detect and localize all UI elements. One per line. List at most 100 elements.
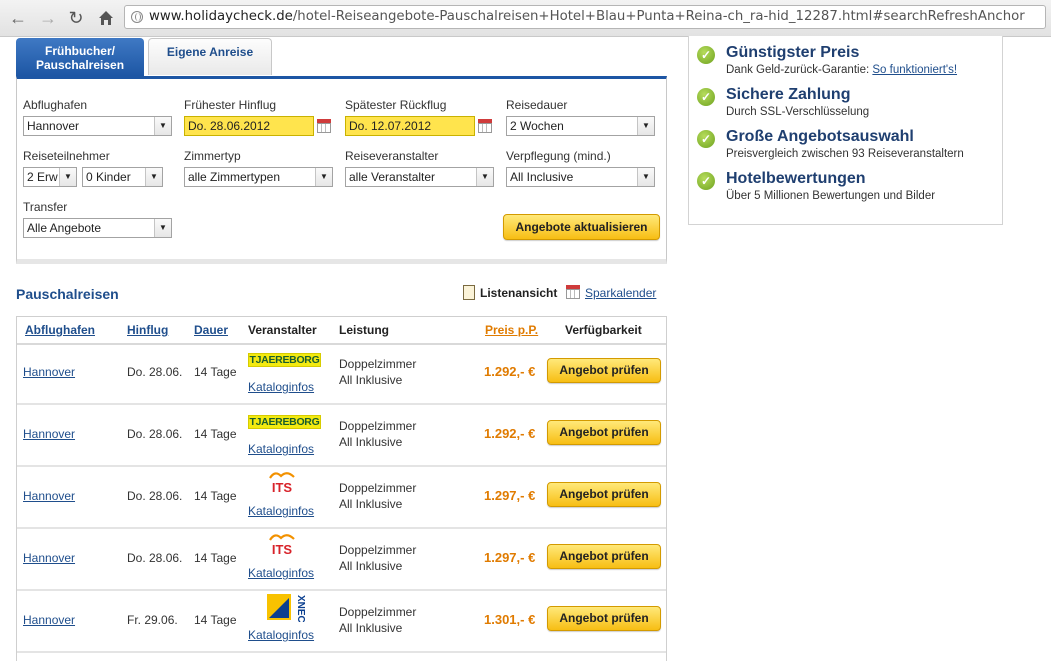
column-header-duration[interactable]: Dauer (194, 323, 228, 337)
usp-title: Hotelbewertungen (726, 170, 866, 187)
price-value: 1.292,- € (484, 364, 536, 379)
home-icon[interactable] (94, 6, 118, 30)
tour-operator-select[interactable]: alle Veranstalter ▼ (345, 167, 494, 187)
catalog-info-link[interactable]: Kataloginfos (248, 504, 314, 518)
transfer-select[interactable]: Alle Angebote ▼ (23, 218, 172, 238)
airport-link[interactable]: Hannover (23, 489, 75, 503)
column-header-airport[interactable]: Abflughafen (25, 323, 95, 337)
tab-label: Eigene Anreise (166, 45, 254, 59)
catalog-info-link[interactable]: Kataloginfos (248, 628, 314, 642)
calendar-icon[interactable] (317, 119, 331, 133)
room-type-select[interactable]: alle Zimmertypen ▼ (184, 167, 333, 187)
check-offer-button[interactable]: Angebot prüfen (547, 482, 661, 507)
savings-calendar-icon[interactable] (566, 285, 580, 299)
price-value: 1.297,- € (484, 488, 536, 503)
catalog-info-link[interactable]: Kataloginfos (248, 380, 314, 394)
back-arrow-icon[interactable]: ← (6, 6, 30, 30)
duration-value: 14 Tage (194, 551, 237, 565)
airport-link[interactable]: Hannover (23, 613, 75, 627)
duration-value: 14 Tage (194, 365, 237, 379)
dropdown-arrow-icon: ▼ (315, 168, 332, 186)
column-header-availability: Verfügbarkeit (565, 323, 642, 337)
tour-operator-label: Reiseveranstalter (345, 149, 439, 163)
forward-arrow-icon[interactable]: → (36, 6, 60, 30)
tab-fruehbucher-pauschalreisen[interactable]: Frühbucher/ Pauschalreisen (16, 38, 144, 76)
usp-title: Große Angebotsauswahl (726, 128, 914, 145)
select-value: Alle Angebote (27, 221, 102, 235)
duration-value: 14 Tage (194, 489, 237, 503)
outbound-date: Do. 28.06. (127, 365, 183, 379)
airport-link[interactable]: Hannover (23, 551, 75, 565)
tab-eigene-anreise[interactable]: Eigene Anreise (148, 38, 272, 75)
reload-icon[interactable]: ↻ (64, 6, 88, 30)
board-type: All Inklusive (339, 621, 403, 635)
column-header-operator: Veranstalter (248, 323, 317, 337)
table-row: Hannover Fr. 29.06. 14 Tage XNEC Katalog… (17, 591, 666, 653)
url-path: /hotel-Reiseangebote-Pauschalreisen+Hote… (292, 9, 1025, 24)
tab-label-line2: Pauschalreisen (35, 58, 125, 72)
select-value: Hannover (27, 119, 80, 133)
select-value: alle Veranstalter (349, 170, 436, 184)
children-select[interactable]: 0 Kinder ▼ (82, 167, 163, 187)
savings-calendar-link[interactable]: Sparkalender (585, 286, 656, 300)
departure-airport-label: Abflughafen (23, 98, 88, 112)
check-offer-button[interactable]: Angebot prüfen (547, 420, 661, 445)
address-bar[interactable]: www.holidaycheck.de/hotel-Reiseangebote-… (124, 5, 1046, 29)
table-row: Hannover Do. 28.06. 14 Tage ITS Katalogi… (17, 529, 666, 591)
check-icon: ✓ (697, 46, 715, 64)
url-text: www.holidaycheck.de/hotel-Reiseangebote-… (149, 9, 1025, 24)
how-it-works-link[interactable]: So funktioniert's! (872, 64, 957, 76)
airport-link[interactable]: Hannover (23, 427, 75, 441)
outbound-date: Do. 28.06. (127, 427, 183, 441)
adults-select[interactable]: 2 Erw ▼ (23, 167, 77, 187)
dropdown-arrow-icon: ▼ (154, 117, 171, 135)
its-logo: ITS (269, 472, 295, 495)
transfer-label: Transfer (23, 200, 68, 214)
usp-subtitle: Dank Geld-zurück-Garantie: So funktionie… (726, 64, 957, 76)
update-offers-button[interactable]: Angebote aktualisieren (503, 214, 660, 240)
travellers-label: Reiseteilnehmer (23, 149, 110, 163)
board-label: Verpflegung (mind.) (506, 149, 611, 163)
table-row: Hannover Do. 28.06. 14 Tage TJAEREBORG K… (17, 405, 666, 467)
duration-label: Reisedauer (506, 98, 568, 112)
board-select[interactable]: All Inclusive ▼ (506, 167, 655, 187)
duration-value: 14 Tage (194, 613, 237, 627)
price-value: 1.301,- € (484, 612, 536, 627)
calendar-icon[interactable] (478, 119, 492, 133)
list-view-icon[interactable] (463, 285, 475, 300)
check-offer-button[interactable]: Angebot prüfen (547, 606, 661, 631)
column-header-price[interactable]: Preis p.P. (485, 323, 538, 337)
select-value: 2 Wochen (510, 119, 564, 133)
latest-return-date-field[interactable]: Do. 12.07.2012 (345, 116, 475, 136)
list-view-link[interactable]: Listenansicht (480, 286, 557, 300)
results-table: Abflughafen Hinflug Dauer Veranstalter L… (16, 316, 667, 661)
dropdown-arrow-icon: ▼ (476, 168, 493, 186)
duration-value: 14 Tage (194, 427, 237, 441)
airport-link[interactable]: Hannover (23, 365, 75, 379)
tab-label-line1: Frühbucher/ (44, 44, 115, 58)
dropdown-arrow-icon: ▼ (637, 117, 654, 135)
results-title: Pauschalreisen (16, 286, 119, 302)
usp-subtitle: Preisvergleich zwischen 93 Reiseveransta… (726, 148, 964, 160)
outbound-date: Do. 28.06. (127, 551, 183, 565)
check-offer-button[interactable]: Angebot prüfen (547, 544, 661, 569)
board-type: All Inklusive (339, 435, 403, 449)
departure-airport-select[interactable]: Hannover ▼ (23, 116, 172, 136)
column-header-outbound[interactable]: Hinflug (127, 323, 168, 337)
catalog-info-link[interactable]: Kataloginfos (248, 566, 314, 580)
room-type: Doppelzimmer (339, 419, 417, 433)
browser-toolbar: ← → ↻ www.holidaycheck.de/hotel-Reiseang… (0, 0, 1051, 37)
earliest-outbound-date-field[interactable]: Do. 28.06.2012 (184, 116, 314, 136)
latest-return-label: Spätester Rückflug (345, 98, 447, 112)
earliest-outbound-label: Frühester Hinflug (184, 98, 277, 112)
usp-title: Sichere Zahlung (726, 86, 851, 103)
price-value: 1.297,- € (484, 550, 536, 565)
catalog-info-link[interactable]: Kataloginfos (248, 442, 314, 456)
check-offer-button[interactable]: Angebot prüfen (547, 358, 661, 383)
usp-subtitle-text: Dank Geld-zurück-Garantie: (726, 64, 870, 76)
outbound-date: Do. 28.06. (127, 489, 183, 503)
dropdown-arrow-icon: ▼ (637, 168, 654, 186)
usp-title: Günstigster Preis (726, 44, 860, 61)
outbound-date: Fr. 29.06. (127, 613, 178, 627)
duration-select[interactable]: 2 Wochen ▼ (506, 116, 655, 136)
